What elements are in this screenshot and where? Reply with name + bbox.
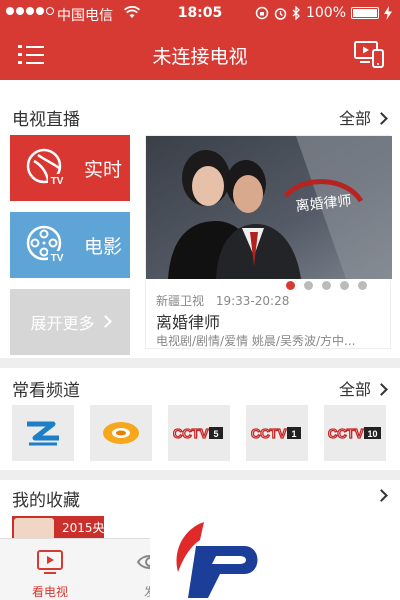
watermark-logo-overlay [150, 516, 400, 600]
live-see-all-link[interactable]: 全部 [338, 105, 388, 129]
zhejiang-tv-logo [27, 421, 59, 446]
channel-tile-cctv1[interactable]: CCTV 1 [246, 405, 308, 461]
program-poster-image: 离婚律师 [146, 136, 392, 279]
chevron-right-icon [375, 112, 388, 125]
live-see-all-label: 全部 [338, 109, 371, 128]
carousel-dot[interactable] [358, 281, 367, 290]
svg-text:CCTV: CCTV [251, 426, 287, 441]
carousel-dot[interactable] [340, 281, 349, 290]
channel-number: 1 [291, 429, 296, 439]
favorite-title: 2015央视 [62, 521, 104, 535]
channel-tile-cctv10[interactable]: CCTV 10 [324, 405, 386, 461]
tab-watch-tv-label: 看电视 [31, 585, 68, 599]
chevron-right-icon [98, 314, 112, 328]
live-section-title: 电视直播 [12, 110, 80, 130]
live-section-header: 电视直播 全部 [0, 95, 400, 135]
frequent-see-all-label: 全部 [338, 380, 371, 399]
bluetooth-icon [292, 6, 300, 20]
carousel-dot[interactable] [286, 281, 295, 290]
movie-category-button[interactable]: TV 电影 [10, 212, 130, 278]
page-title: 未连接电视 [152, 46, 248, 68]
featured-program-card[interactable]: 离婚律师 新疆卫视 19:33-20:28 离婚律师 电视剧/剧情/爱情 姚晨/… [145, 135, 392, 349]
svg-text:TV: TV [51, 253, 64, 264]
frequent-section-title: 常看频道 [12, 381, 80, 401]
brand-logo [176, 522, 258, 598]
channel-number: 10 [367, 429, 377, 439]
rotation-lock-icon [255, 6, 269, 20]
program-title: 离婚律师 [156, 313, 221, 332]
program-tags: 电视剧/剧情/爱情 姚晨/吴秀波/方中... [156, 334, 356, 348]
hunan-tv-logo [103, 422, 139, 444]
favorite-thumbnail [14, 518, 54, 538]
nav-bar: 未连接电视 [0, 28, 400, 80]
expand-more-button[interactable]: 展开更多 [10, 289, 130, 355]
expand-more-label: 展开更多 [30, 314, 95, 333]
channel-tile-cctv5[interactable]: CCTV 5 [168, 405, 230, 461]
svg-text:CCTV: CCTV [328, 426, 364, 441]
battery-percent: 100% [305, 5, 346, 21]
cctv-logo: CCTV 1 [251, 425, 301, 442]
channel-tile-zhejiang[interactable] [12, 405, 74, 461]
movie-category-label: 电影 [84, 235, 123, 258]
battery-icon [351, 7, 379, 19]
carousel-dot[interactable] [304, 281, 313, 290]
status-bar: 中国电信 18:05 100% [0, 0, 400, 28]
tv-phone-icon[interactable] [354, 40, 384, 68]
channel-number: 5 [213, 429, 218, 439]
channel-tile-hunan[interactable] [90, 405, 152, 461]
carousel-dot[interactable] [322, 281, 331, 290]
favorites-section-title: 我的收藏 [12, 491, 80, 511]
cctv-logo: CCTV 5 [173, 425, 223, 442]
film-reel-icon: TV [26, 225, 66, 264]
favorite-item[interactable]: 2015央视 [12, 516, 104, 538]
favorites-see-all-link[interactable] [371, 486, 388, 505]
tv-play-icon [37, 550, 63, 574]
program-time: 19:33-20:28 [215, 294, 290, 308]
svg-text:TV: TV [51, 176, 64, 187]
chevron-right-icon [375, 489, 388, 502]
channel-name: 新疆卫视 [156, 294, 205, 308]
frequent-see-all-link[interactable]: 全部 [338, 376, 388, 400]
frequent-section-header: 常看频道 全部 [0, 366, 400, 406]
program-meta: 新疆卫视 19:33-20:28 [156, 292, 289, 309]
favorites-section-header: 我的收藏 [0, 476, 400, 516]
charging-icon [384, 6, 392, 20]
live-category-button[interactable]: TV 实时 [10, 135, 130, 201]
live-category-label: 实时 [84, 158, 123, 181]
tv-live-icon: TV [26, 148, 66, 187]
svg-text:CCTV: CCTV [173, 426, 209, 441]
tab-watch-tv[interactable]: 看电视 [0, 539, 100, 600]
cctv-logo: CCTV 10 [328, 425, 381, 442]
alarm-icon [274, 8, 287, 20]
chevron-right-icon [375, 383, 388, 396]
carousel-indicator [286, 281, 367, 290]
